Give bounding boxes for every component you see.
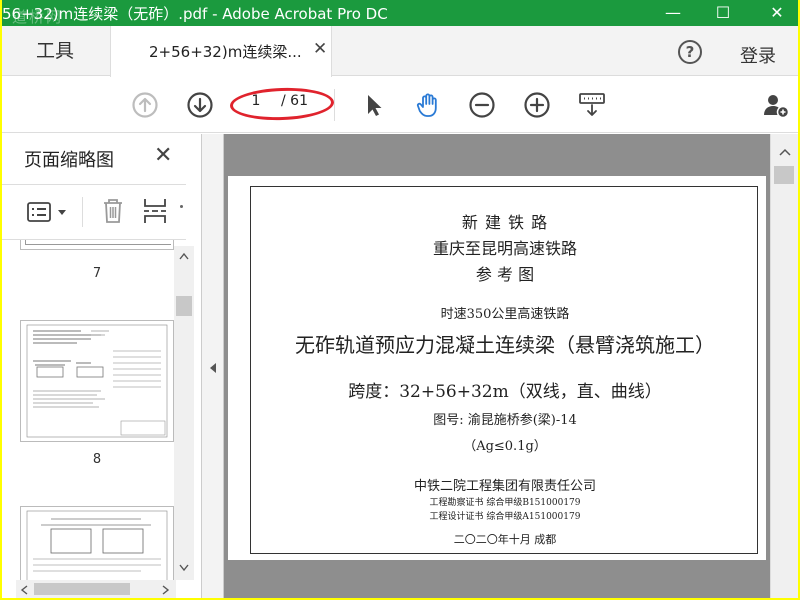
red-highlight-oval [229,86,335,122]
thumbnail-label-8: 8 [92,452,102,467]
arrow-up-circle-icon[interactable] [131,91,159,119]
page-seismic-note: （Ag≤0.1g） [463,439,547,454]
page-line-2: 重庆至昆明高速铁路 [432,239,577,258]
page-line-3: 参 考 图 [475,265,535,284]
thumbnail-vertical-scrollbar[interactable] [174,246,194,580]
minimize-button[interactable]: — [658,2,688,24]
tab-bar: 工具 2+56+32)m连续梁... ✕ ? 登录 [2,26,798,77]
maximize-button[interactable]: ☐ [708,2,738,24]
chevron-left-icon[interactable] [20,585,28,595]
site-watermark: 道桥网 [12,8,64,26]
tab-tools[interactable]: 工具 [2,26,110,76]
document-scroll-thumb[interactable] [774,166,794,184]
select-cursor-icon[interactable] [360,91,388,119]
share-user-icon[interactable] [762,91,790,119]
close-tab-icon[interactable]: ✕ [313,39,327,59]
chevron-right-icon[interactable] [162,585,170,595]
login-button[interactable]: 登录 [740,42,776,68]
trash-icon[interactable] [100,197,126,225]
thumbnail-page-8-drawing [26,324,168,438]
page-span-line: 跨度：32+56+32m（双线，直、曲线） [348,382,662,402]
document-view[interactable]: 新 建 铁 路 重庆至昆明高速铁路 参 考 图 时速350公里高速铁路 无砟轨道… [224,134,770,598]
page-company: 中铁二院工程集团有限责任公司 [413,479,596,494]
page-survey-cert: 工程勘察证书 综合甲级B151000179 [429,498,581,508]
acrobat-window: 56+32)m连续梁（无砟）.pdf - Adobe Acrobat Pro D… [2,0,798,598]
page-design-cert: 工程设计证书 综合甲级A151000179 [429,512,581,522]
keyboard-icon[interactable] [578,91,606,119]
thumbnail-page-6[interactable] [20,240,174,250]
arrow-down-circle-icon[interactable] [186,91,214,119]
zoom-in-icon[interactable] [523,91,551,119]
page-main-title: 无砟轨道预应力混凝土连续梁（悬臂浇筑施工） [295,333,715,357]
thumbnail-page-9[interactable] [20,506,174,580]
thumbnail-list: 7 8 [2,240,174,580]
thumbnail-scroll-thumb[interactable] [176,296,192,316]
document-vertical-scrollbar[interactable] [770,134,798,598]
page-extract-icon[interactable] [142,197,168,225]
pdf-page: 新 建 铁 路 重庆至昆明高速铁路 参 考 图 时速350公里高速铁路 无砟轨道… [228,176,766,560]
thumbnail-label-7: 7 [92,266,102,281]
chevron-up-icon[interactable] [179,252,189,260]
thumbnail-page-9-drawing [26,510,168,580]
thumbnail-panel: 页面缩略图 ✕ 7 8 [2,134,202,598]
page-frame: 新 建 铁 路 重庆至昆明高速铁路 参 考 图 时速350公里高速铁路 无砟轨道… [250,186,758,554]
title-bar: 56+32)m连续梁（无砟）.pdf - Adobe Acrobat Pro D… [2,0,798,26]
options-menu-icon[interactable] [26,199,52,225]
close-panel-icon[interactable]: ✕ [154,143,172,168]
zoom-out-icon[interactable] [468,91,496,119]
thumbnail-panel-title: 页面缩略图 [24,150,114,171]
page-line-4: 时速350公里高速铁路 [440,307,570,322]
chevron-up-icon[interactable] [779,148,791,156]
thumbnail-hscroll-thumb[interactable] [34,583,130,595]
hand-tool-icon[interactable] [414,91,442,119]
tab-document-label: 2+56+32)m连续梁... [149,43,302,61]
thumbnail-page-8[interactable] [20,320,174,442]
collapse-arrow-icon[interactable] [209,362,217,374]
close-window-button[interactable]: ✕ [762,2,792,24]
thumbnail-toolbar [2,184,186,240]
thumbnail-toolbar-divider [82,197,83,227]
chevron-down-icon[interactable] [179,564,189,572]
page-drawing-number: 图号: 渝昆施桥参(梁)-14 [433,413,577,428]
toolbar: 1 / 61 [2,77,798,133]
thumbnail-horizontal-scrollbar[interactable] [16,580,176,598]
panel-collapse-handle[interactable] [202,134,224,598]
page-line-1: 新 建 铁 路 [461,213,549,232]
help-icon[interactable]: ? [678,40,702,64]
page-date: 二〇二〇年十月 成都 [453,533,557,546]
tab-document[interactable]: 2+56+32)m连续梁... ✕ [110,26,332,77]
toolbar-divider [334,89,335,121]
chevron-down-icon[interactable] [57,209,67,217]
more-options-icon[interactable] [180,205,183,208]
